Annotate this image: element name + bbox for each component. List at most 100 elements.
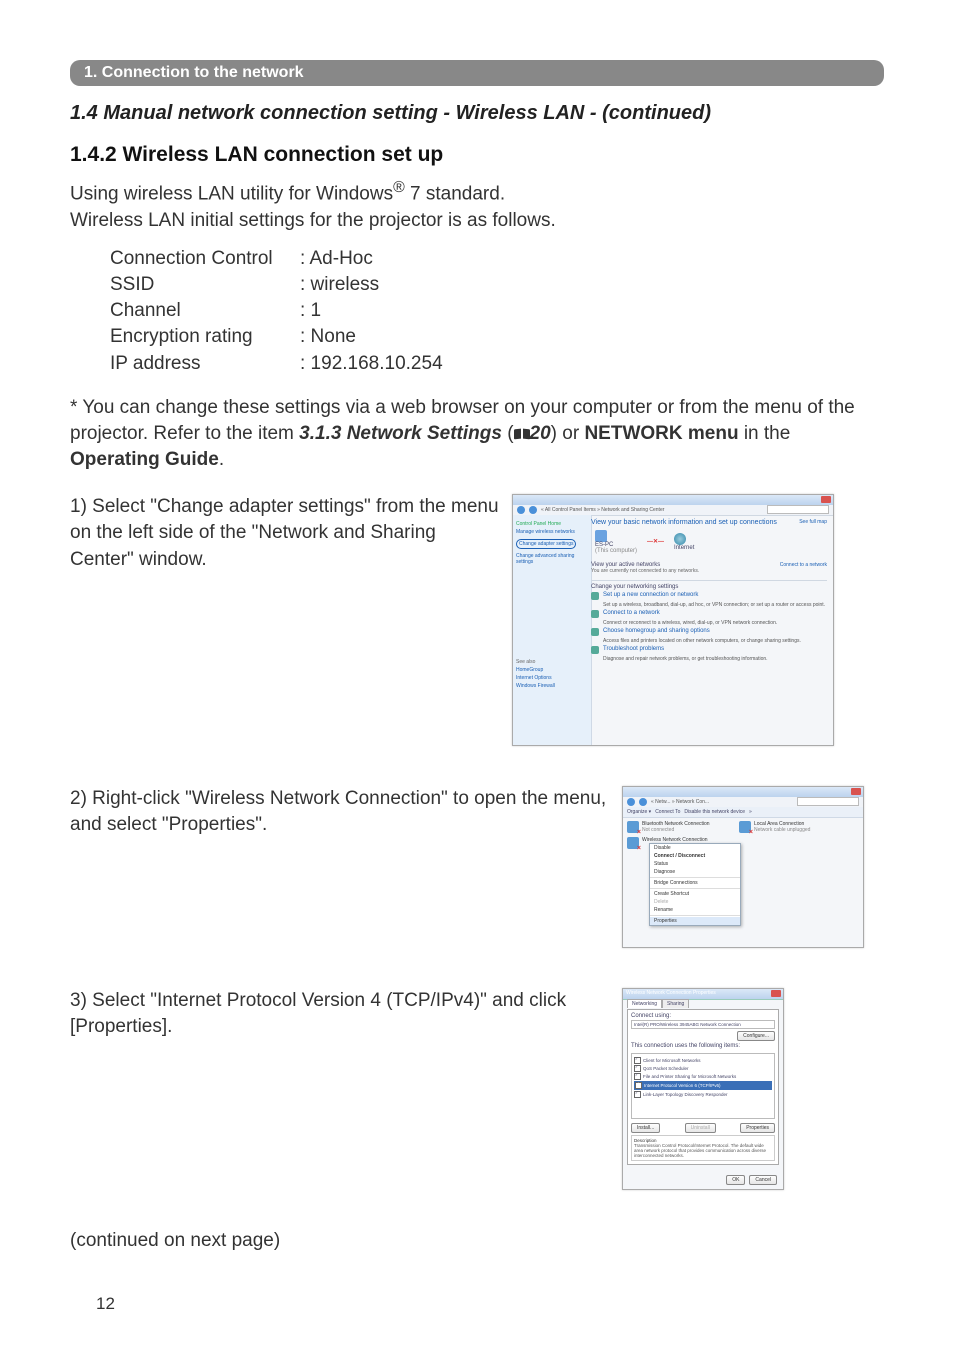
protocol-item[interactable]: File and Printer Sharing for Microsoft N… xyxy=(643,1074,736,1079)
homegroup-icon xyxy=(591,628,599,636)
note-page-ref: 20 xyxy=(530,423,551,444)
section-header-bar: 1. Connection to the network xyxy=(70,60,884,86)
link-homegroup[interactable]: Choose homegroup and sharing options xyxy=(603,628,710,636)
protocol-list[interactable]: Client for Microsoft Networks QoS Packet… xyxy=(631,1053,775,1119)
back-icon[interactable] xyxy=(517,506,525,514)
heading-subsection: 1.4.2 Wireless LAN connection set up xyxy=(70,143,884,167)
forward-icon[interactable] xyxy=(639,798,647,806)
protocol-item[interactable]: Client for Microsoft Networks xyxy=(643,1058,701,1063)
toolbar-overflow[interactable]: » xyxy=(749,809,752,815)
settings-row: SSID : wireless xyxy=(110,272,884,298)
link-connect-network[interactable]: Connect to a network xyxy=(603,610,660,618)
intro-paragraph: Using wireless LAN utility for Windows® … xyxy=(70,177,884,234)
forward-icon[interactable] xyxy=(529,506,537,514)
menu-separator xyxy=(650,877,740,878)
active-networks-msg: You are currently not connected to any n… xyxy=(591,568,827,574)
toolbar-disable[interactable]: Disable this network device xyxy=(684,809,745,815)
menu-shortcut[interactable]: Create Shortcut xyxy=(650,890,740,898)
link-setup-connection[interactable]: Set up a new connection or network xyxy=(603,592,698,600)
connection-item[interactable]: Bluetooth Network ConnectionNot connecte… xyxy=(627,821,735,833)
sidebar-see-also: See also xyxy=(516,659,588,665)
globe-icon xyxy=(674,533,686,545)
setup-icon xyxy=(591,592,599,600)
sidebar-link[interactable]: Windows Firewall xyxy=(516,683,588,689)
checkbox-icon[interactable] xyxy=(634,1065,641,1072)
cancel-button[interactable]: Cancel xyxy=(749,1175,777,1185)
main-heading: View your basic network information and … xyxy=(591,519,827,526)
intro-text-2: Wireless LAN initial settings for the pr… xyxy=(70,210,556,231)
tab-sharing[interactable]: Sharing xyxy=(662,999,689,1008)
protocol-item[interactable]: QoS Packet Scheduler xyxy=(643,1066,689,1071)
settings-value: : 192.168.10.254 xyxy=(300,351,443,377)
link-troubleshoot[interactable]: Troubleshoot problems xyxy=(603,646,664,654)
menu-separator xyxy=(650,888,740,889)
footnote: * You can change these settings via a we… xyxy=(70,395,884,474)
breadcrumb[interactable]: « Netw... » Network Con... xyxy=(651,799,793,805)
toolbar-connect-to[interactable]: Connect To xyxy=(655,809,680,815)
step-3-row: 3) Select "Internet Protocol Version 4 (… xyxy=(70,988,884,1190)
menu-properties[interactable]: Properties xyxy=(650,917,740,925)
menu-connect-disconnect[interactable]: Connect / Disconnect xyxy=(650,852,740,860)
note-end: . xyxy=(219,449,224,470)
sidebar-link[interactable]: HomeGroup xyxy=(516,667,588,673)
sidebar-link-change-adapter[interactable]: Change adapter settings xyxy=(516,539,576,549)
dialog-title: Wireless Network Connection Properties xyxy=(626,990,716,996)
settings-value: : Ad-Hoc xyxy=(300,246,373,272)
close-icon[interactable] xyxy=(771,990,781,997)
connect-link[interactable]: Connect to a network xyxy=(780,562,827,568)
wifi-icon xyxy=(627,837,639,849)
search-input[interactable] xyxy=(767,505,829,514)
settings-label: SSID xyxy=(110,272,300,298)
sidebar-link[interactable]: Change advanced sharing settings xyxy=(516,553,588,565)
troubleshoot-icon xyxy=(591,646,599,654)
step-1-text: 1) Select "Change adapter settings" from… xyxy=(70,494,500,574)
tab-panel: Connect using: Intel(R) PRO/Wireless 394… xyxy=(627,1009,779,1165)
settings-label: IP address xyxy=(110,351,300,377)
menu-bridge[interactable]: Bridge Connections xyxy=(650,879,740,887)
link-desc: Set up a wireless, broadband, dial-up, a… xyxy=(603,602,827,608)
protocol-item-selected[interactable]: Internet Protocol Version 6 (TCP/IPv6) xyxy=(644,1083,721,1088)
note-mid: in the xyxy=(744,423,790,444)
checkbox-icon[interactable] xyxy=(635,1082,642,1089)
context-menu: Disable Connect / Disconnect Status Diag… xyxy=(649,843,741,926)
properties-button[interactable]: Properties xyxy=(740,1123,775,1133)
sidebar-home[interactable]: Control Panel Home xyxy=(516,521,588,527)
connect-icon xyxy=(591,610,599,618)
settings-row: Encryption rating : None xyxy=(110,324,884,350)
connect-using-label: Connect using: xyxy=(631,1013,775,1019)
configure-button[interactable]: Configure... xyxy=(737,1031,775,1041)
main-panel: See full map View your basic network inf… xyxy=(585,515,833,745)
install-button[interactable]: Install... xyxy=(631,1123,660,1133)
menu-status[interactable]: Status xyxy=(650,860,740,868)
menu-diagnose[interactable]: Diagnose xyxy=(650,868,740,876)
note-operating-guide: Operating Guide xyxy=(70,449,219,470)
checkbox-icon[interactable] xyxy=(634,1057,641,1064)
close-icon[interactable] xyxy=(851,788,861,795)
checkbox-icon[interactable] xyxy=(634,1091,641,1098)
checkbox-icon[interactable] xyxy=(634,1073,641,1080)
menu-rename[interactable]: Rename xyxy=(650,906,740,914)
connection-item[interactable]: Local Area ConnectionNetwork cable unplu… xyxy=(739,821,847,833)
step-1-row: 1) Select "Change adapter settings" from… xyxy=(70,494,884,746)
close-icon[interactable] xyxy=(821,496,831,503)
uses-items-label: This connection uses the following items… xyxy=(631,1043,775,1049)
sidebar-link[interactable]: Manage wireless networks xyxy=(516,529,588,535)
see-full-map-link[interactable]: See full map xyxy=(799,519,827,525)
note-paren-close: ) or xyxy=(551,423,585,444)
settings-row: IP address : 192.168.10.254 xyxy=(110,351,884,377)
protocol-item[interactable]: Link-Layer Topology Discovery Responder xyxy=(643,1092,727,1097)
initial-settings-list: Connection Control : Ad-Hoc SSID : wirel… xyxy=(110,246,884,377)
settings-label: Encryption rating xyxy=(110,324,300,350)
tab-networking[interactable]: Networking xyxy=(627,999,662,1008)
settings-value: : 1 xyxy=(300,298,321,324)
ok-button[interactable]: OK xyxy=(726,1175,745,1185)
settings-row: Connection Control : Ad-Hoc xyxy=(110,246,884,272)
breadcrumb[interactable]: « All Control Panel Items » Network and … xyxy=(541,507,763,513)
back-icon[interactable] xyxy=(627,798,635,806)
link-desc: Connect or reconnect to a wireless, wire… xyxy=(603,620,827,626)
note-network-menu: NETWORK menu xyxy=(584,423,738,444)
toolbar-organize[interactable]: Organize ▾ xyxy=(627,809,651,815)
search-input[interactable] xyxy=(797,797,859,806)
menu-disable[interactable]: Disable xyxy=(650,844,740,852)
sidebar-link[interactable]: Internet Options xyxy=(516,675,588,681)
